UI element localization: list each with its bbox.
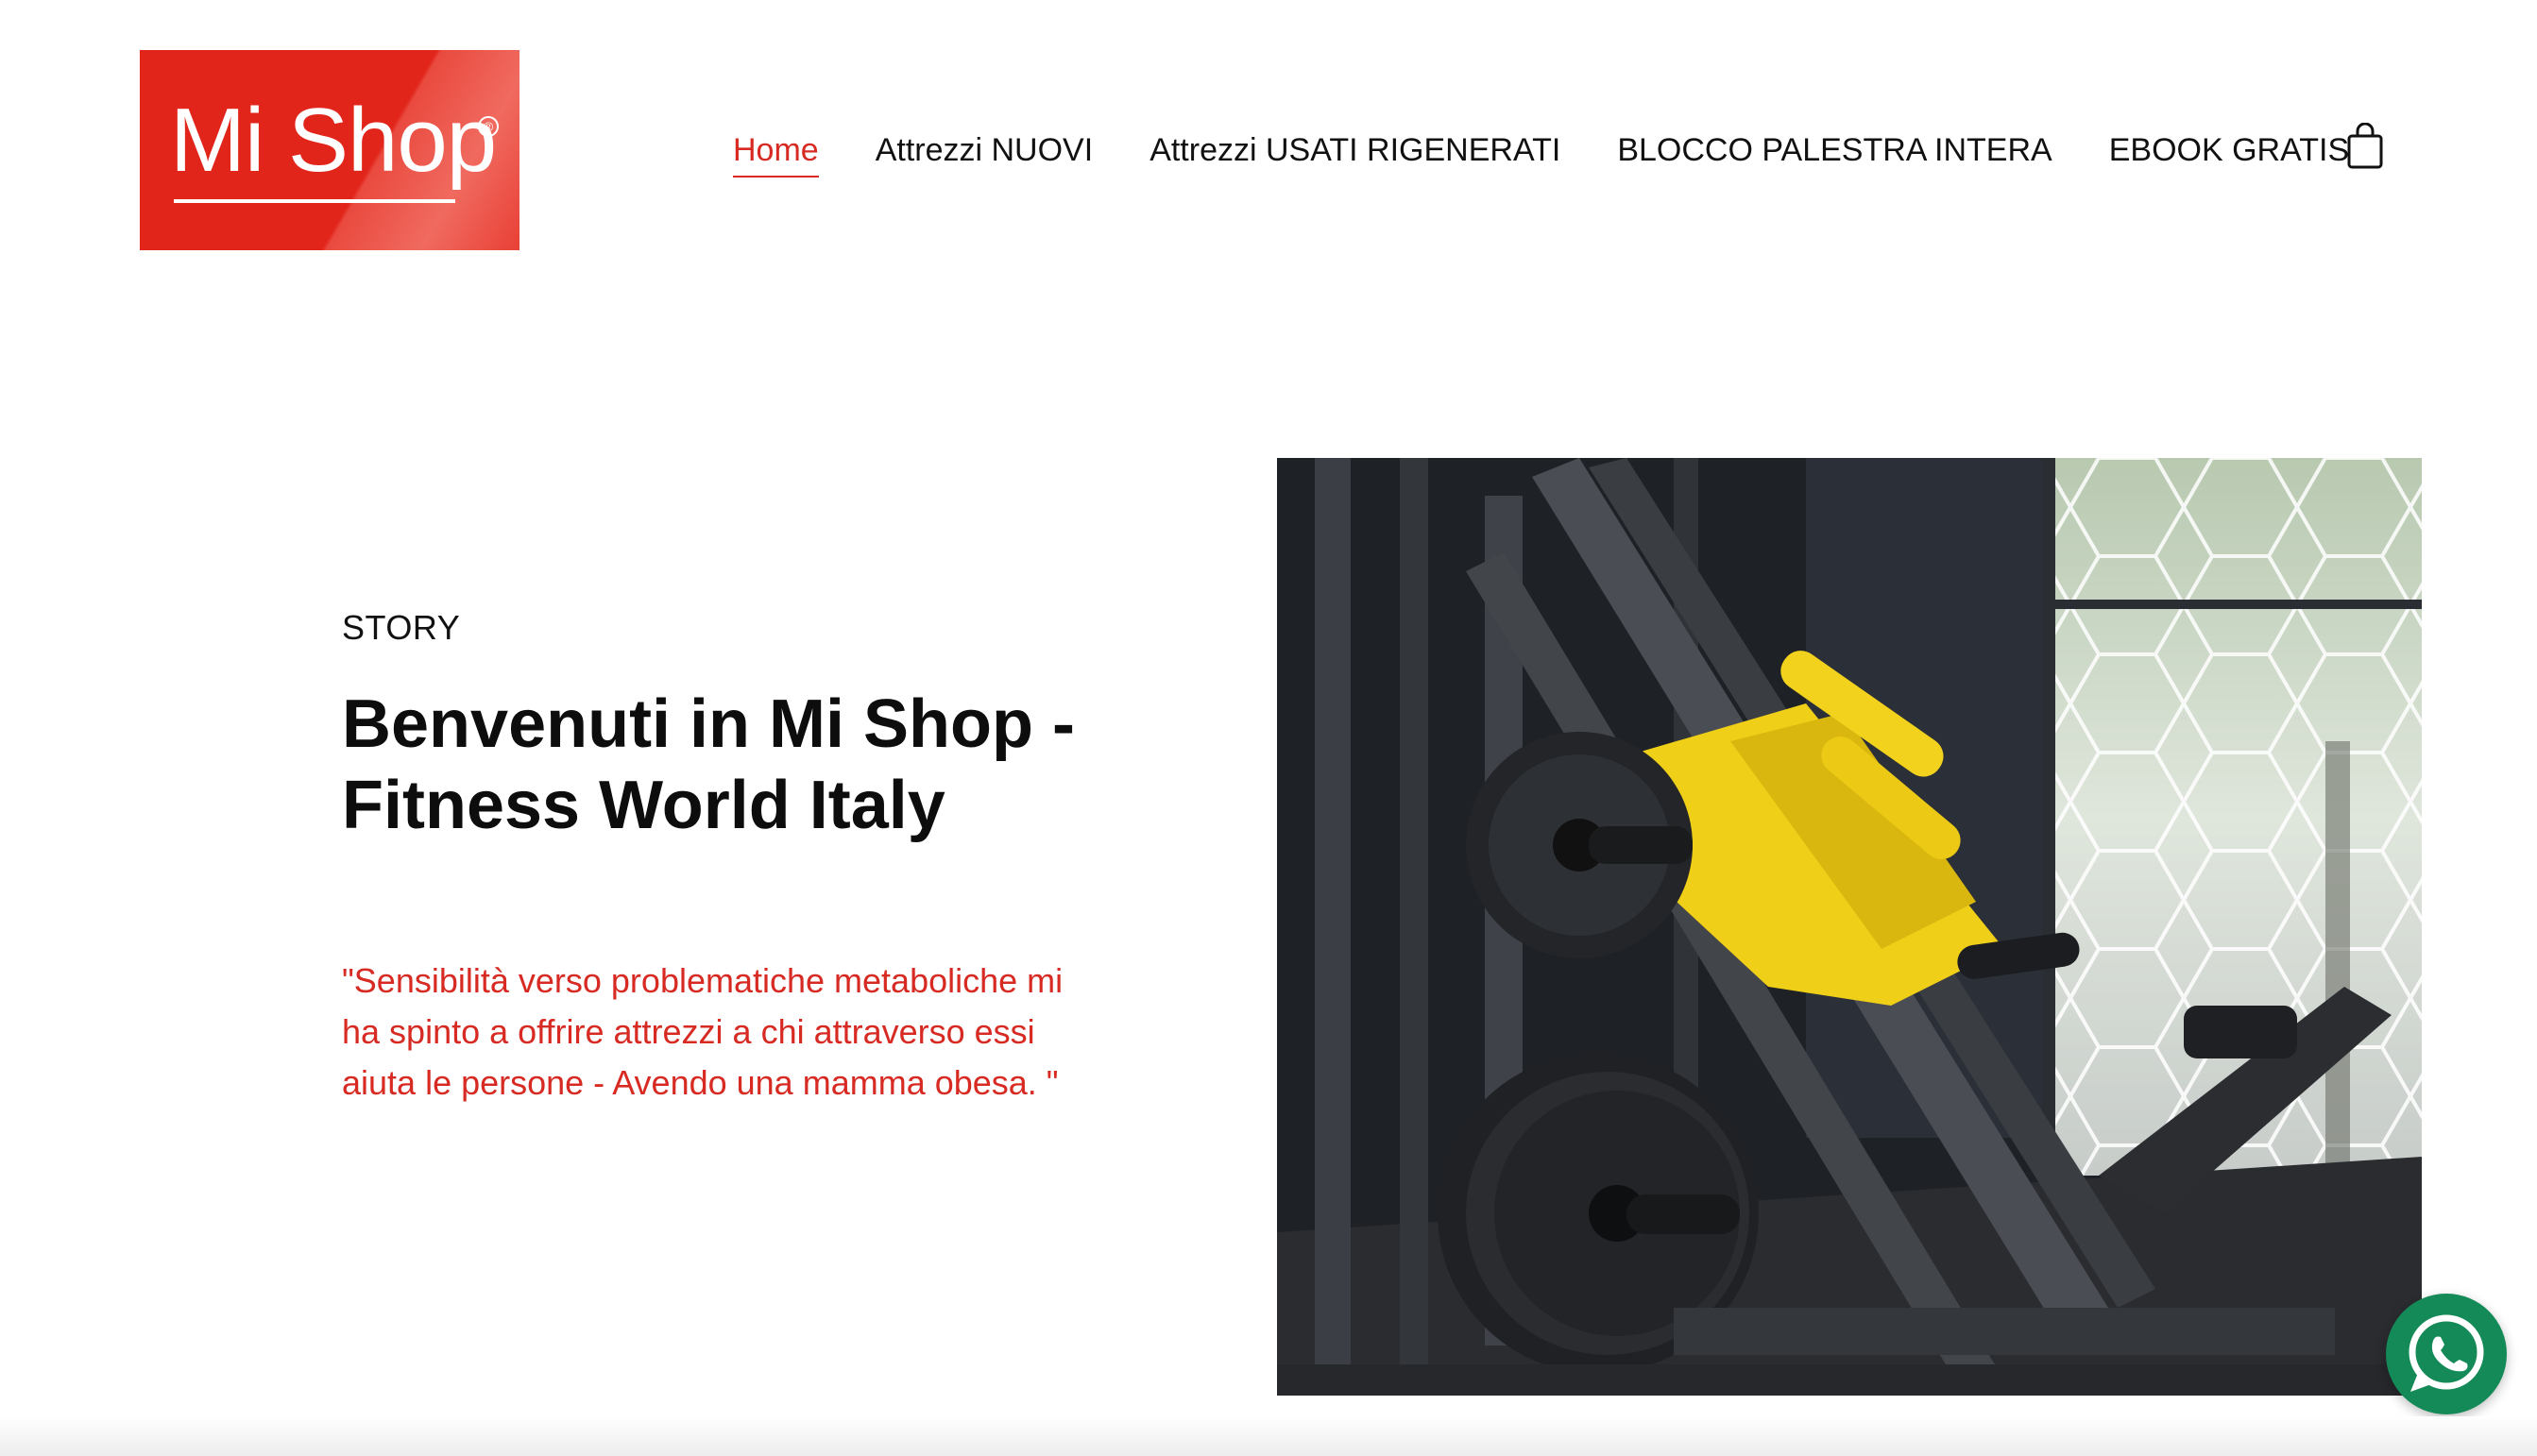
page-bottom-fade bbox=[0, 1416, 2537, 1456]
nav-ebook-gratis[interactable]: EBOOK GRATIS bbox=[2109, 128, 2349, 172]
gym-machine-image bbox=[1277, 458, 2422, 1396]
hero-quote: "Sensibilità verso problematiche metabol… bbox=[342, 961, 1064, 1102]
logo-text: Mi Shop bbox=[170, 90, 497, 191]
nav-blocco-palestra[interactable]: BLOCCO PALESTRA INTERA bbox=[1617, 128, 2052, 172]
nav-attrezzi-nuovi[interactable]: Attrezzi NUOVI bbox=[876, 128, 1093, 172]
whatsapp-icon[interactable] bbox=[2386, 1294, 2507, 1414]
nav-attrezzi-usati[interactable]: Attrezzi USATI RIGENERATI bbox=[1149, 128, 1560, 172]
nav-home[interactable]: Home bbox=[733, 128, 819, 178]
hero-title: Benvenuti in Mi Shop - Fitness World Ita… bbox=[342, 686, 1075, 843]
page: Mi Shop ® Home Attrezzi NUOVI Attrezzi U… bbox=[0, 0, 2537, 1456]
main-nav: Home Attrezzi NUOVI Attrezzi USATI RIGEN… bbox=[733, 128, 2406, 178]
logo-underline bbox=[174, 199, 455, 203]
section-eyebrow: STORY bbox=[342, 608, 461, 647]
site-logo[interactable]: Mi Shop ® bbox=[140, 50, 519, 250]
registered-mark: ® bbox=[478, 116, 499, 137]
shopping-bag-icon[interactable] bbox=[2346, 122, 2384, 170]
